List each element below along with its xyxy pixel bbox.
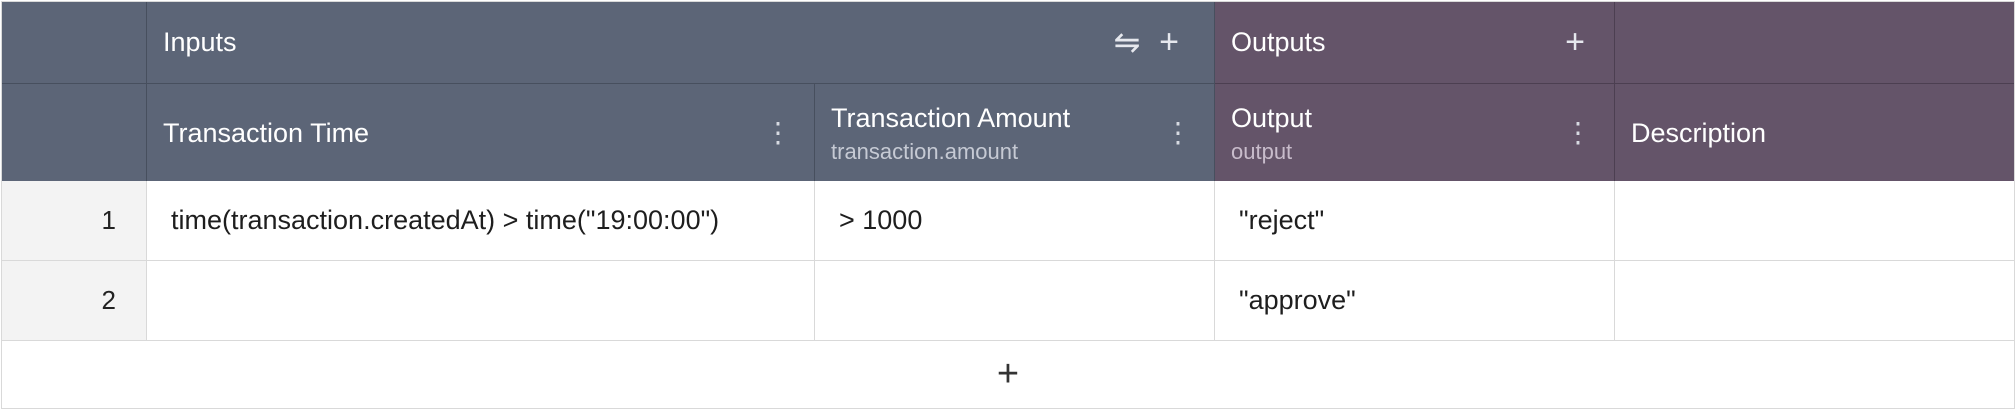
add-row-button[interactable]: + (2, 341, 2014, 408)
column-field: transaction.amount (831, 138, 1019, 164)
add-input-icon[interactable]: + (1149, 2, 1189, 82)
cell-output[interactable]: "approve" (1215, 261, 1615, 341)
column-header-output[interactable]: Output output ⋮ (1215, 84, 1615, 181)
plus-icon: + (996, 353, 1020, 395)
column-menu-icon[interactable]: ⋮ (764, 84, 792, 181)
swap-columns-icon[interactable]: ⇋ (1107, 2, 1147, 82)
table-corner (2, 2, 147, 84)
cell-transaction-amount[interactable]: > 1000 (815, 181, 1215, 261)
column-menu-icon[interactable]: ⋮ (1164, 84, 1192, 181)
column-header-description[interactable]: Description (1615, 84, 2014, 181)
decision-table: Inputs ⇋ + Outputs + Transaction Time ⋮ … (1, 1, 2015, 409)
cell-transaction-amount[interactable] (815, 261, 1215, 341)
outputs-group-header: Outputs + (1215, 2, 1615, 84)
column-header-transaction-time[interactable]: Transaction Time ⋮ (147, 84, 815, 181)
row-number-header (2, 84, 147, 181)
outputs-label: Outputs (1231, 27, 1326, 57)
row-number: 1 (2, 181, 147, 261)
column-title: Transaction Amount (831, 102, 1071, 133)
cell-transaction-time[interactable]: time(transaction.createdAt) > time("19:0… (147, 181, 815, 261)
column-header-transaction-amount[interactable]: Transaction Amount transaction.amount ⋮ (815, 84, 1215, 181)
column-field: output (1231, 138, 1293, 164)
column-menu-icon[interactable]: ⋮ (1564, 84, 1592, 181)
cell-description[interactable] (1615, 181, 2014, 261)
column-title: Transaction Time (163, 117, 370, 148)
column-title: Description (1631, 117, 1767, 148)
column-title: Output (1231, 102, 1313, 133)
add-output-icon[interactable]: + (1555, 2, 1595, 82)
inputs-group-header: Inputs ⇋ + (147, 2, 1215, 84)
row-number: 2 (2, 261, 147, 341)
cell-transaction-time[interactable] (147, 261, 815, 341)
description-group-header (1615, 2, 2014, 84)
cell-output[interactable]: "reject" (1215, 181, 1615, 261)
inputs-label: Inputs (163, 27, 237, 57)
cell-description[interactable] (1615, 261, 2014, 341)
